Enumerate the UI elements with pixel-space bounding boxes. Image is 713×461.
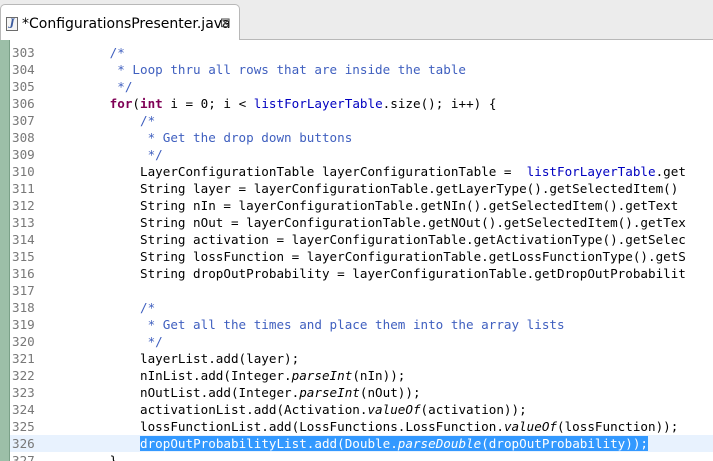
code-text[interactable]: * Loop thru all rows that are inside the… [49,61,466,78]
code-line[interactable]: 306 for(int i = 0; i < listForLayerTable… [10,95,713,112]
line-number: 311 [12,181,35,196]
tab-title: *ConfigurationsPresenter.java [22,16,231,32]
code-text[interactable]: String activation = layerConfigurationTa… [49,231,686,248]
code-text[interactable]: } [49,452,118,461]
code-text[interactable]: */ [49,78,132,95]
code-line[interactable]: 304 * Loop thru all rows that are inside… [10,61,713,78]
code-text[interactable]: * Get the drop down buttons [49,129,353,146]
java-file-icon: J [6,17,18,31]
quick-diff-gutter [0,40,10,461]
code-editor[interactable]: 303 /* 304 * Loop thru all rows that are … [10,44,713,461]
code-line[interactable]: 319 * Get all the times and place them i… [10,316,713,333]
code-line[interactable]: 323 nOutList.add(Integer.parseInt(nOut))… [10,384,713,401]
code-line[interactable]: 324 activationList.add(Activation.valueO… [10,401,713,418]
code-line[interactable]: 310 LayerConfigurationTable layerConfigu… [10,163,713,180]
line-number: 305 [12,79,35,94]
code-line[interactable]: 317 [10,282,713,299]
code-text[interactable]: /* [49,299,155,316]
code-line[interactable]: 322 nInList.add(Integer.parseInt(nIn)); [10,367,713,384]
code-text[interactable]: String lossFunction = layerConfiguration… [49,248,686,265]
code-text[interactable]: */ [49,146,163,163]
code-line[interactable]: 320 */ [10,333,713,350]
code-text[interactable]: String nIn = layerConfigurationTable.get… [49,197,678,214]
line-number: 319 [12,317,35,332]
code-line[interactable]: 313 String nOut = layerConfigurationTabl… [10,214,713,231]
code-text[interactable]: /* [49,112,155,129]
line-number: 313 [12,215,35,230]
line-number: 323 [12,385,35,400]
line-number: 327 [12,453,35,461]
line-number: 317 [12,283,35,298]
code-line[interactable]: 307 /* [10,112,713,129]
line-number: 316 [12,266,35,281]
code-line[interactable]: 315 String lossFunction = layerConfigura… [10,248,713,265]
code-line[interactable]: 316 String dropOutProbability = layerCon… [10,265,713,282]
code-text[interactable]: String dropOutProbability = layerConfigu… [49,265,686,282]
line-number: 306 [12,96,35,111]
code-text[interactable]: String nOut = layerConfigurationTable.ge… [49,214,686,231]
code-text[interactable]: nInList.add(Integer.parseInt(nIn)); [49,367,405,384]
code-line[interactable]: 311 String layer = layerConfigurationTab… [10,180,713,197]
code-text[interactable]: String layer = layerConfigurationTable.g… [49,180,678,197]
line-number: 303 [12,45,35,60]
close-icon[interactable]: ⊠ [220,16,231,32]
code-text[interactable]: for(int i = 0; i < listForLayerTable.siz… [49,95,497,112]
line-number: 308 [12,130,35,145]
line-number: 320 [12,334,35,349]
text-selection: dropOutProbabilityList.add(Double.parseD… [140,436,649,451]
code-text[interactable]: dropOutProbabilityList.add(Double.parseD… [49,435,649,452]
line-number: 309 [12,147,35,162]
line-number: 325 [12,419,35,434]
line-number: 314 [12,232,35,247]
line-number: 310 [12,164,35,179]
code-text[interactable]: * Get all the times and place them into … [49,316,565,333]
line-number: 315 [12,249,35,264]
code-text[interactable]: /* [49,44,125,61]
line-number: 312 [12,198,35,213]
code-line[interactable]: 305 */ [10,78,713,95]
code-text[interactable]: layerList.add(layer); [49,350,299,367]
code-line[interactable]: 312 String nIn = layerConfigurationTable… [10,197,713,214]
code-line[interactable]: 303 /* [10,44,713,61]
code-line[interactable]: 308 * Get the drop down buttons [10,129,713,146]
line-number: 322 [12,368,35,383]
line-number: 318 [12,300,35,315]
code-line[interactable]: 326 dropOutProbabilityList.add(Double.pa… [10,435,713,452]
line-number: 326 [12,436,35,451]
tab-configurations-presenter[interactable]: J *ConfigurationsPresenter.java ⊠ [0,4,240,40]
code-text[interactable]: lossFunctionList.add(LossFunctions.LossF… [49,418,678,435]
line-number: 307 [12,113,35,128]
code-line[interactable]: 314 String activation = layerConfigurati… [10,231,713,248]
code-text[interactable]: activationList.add(Activation.valueOf(ac… [49,401,527,418]
code-line[interactable]: 321 layerList.add(layer); [10,350,713,367]
code-line[interactable]: 327 } [10,452,713,461]
code-line[interactable]: 318 /* [10,299,713,316]
code-text[interactable]: */ [49,333,163,350]
line-number: 324 [12,402,35,417]
line-number: 321 [12,351,35,366]
code-line[interactable]: 309 */ [10,146,713,163]
editor-tab-bar: J *ConfigurationsPresenter.java ⊠ [0,0,713,40]
code-text[interactable]: LayerConfigurationTable layerConfigurati… [49,163,686,180]
line-number: 304 [12,62,35,77]
code-text[interactable]: nOutList.add(Integer.parseInt(nOut)); [49,384,421,401]
code-line[interactable]: 325 lossFunctionList.add(LossFunctions.L… [10,418,713,435]
